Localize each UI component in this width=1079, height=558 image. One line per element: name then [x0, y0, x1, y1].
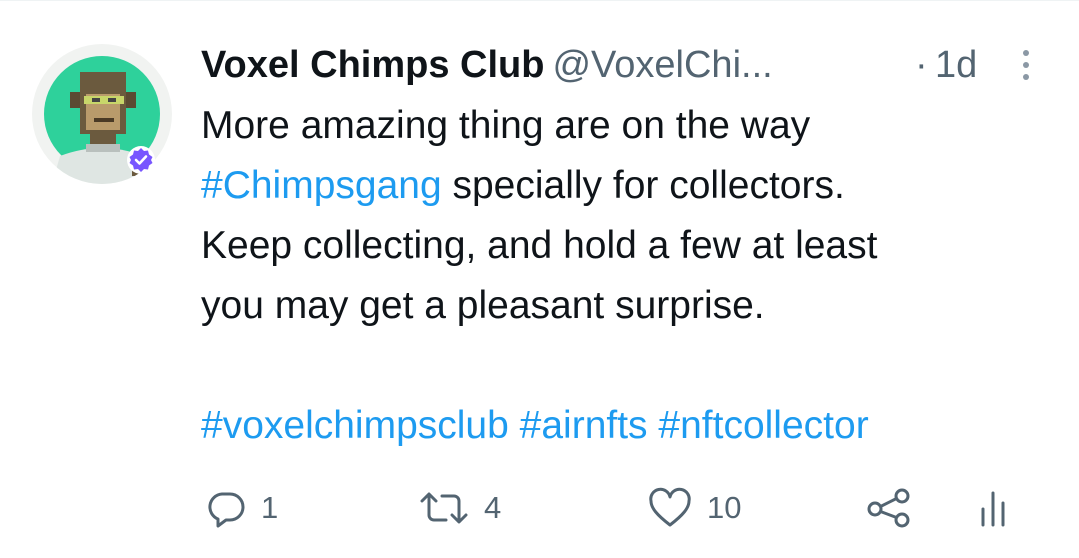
- retweet-count: 4: [484, 490, 502, 525]
- tweet-text: More amazing thing are on the way #Chimp…: [201, 96, 1061, 456]
- tweet-line-1: More amazing thing are on the way: [201, 104, 811, 147]
- tweet-actions: 1 4 10: [0, 478, 1079, 538]
- tweet-line-2-text: specially for collectors.: [441, 164, 845, 207]
- avatar[interactable]: [32, 44, 172, 184]
- hashtag-line: #voxelchimpsclub #airnfts #nftcollector: [201, 396, 1061, 456]
- reply-button[interactable]: 1: [205, 478, 278, 538]
- like-count: 10: [707, 490, 742, 525]
- verified-badge-icon: [127, 146, 155, 174]
- more-vertical-icon[interactable]: [1019, 48, 1033, 82]
- reply-count: 1: [261, 490, 279, 525]
- like-button[interactable]: 10: [647, 478, 741, 538]
- hashtag-link[interactable]: #voxelchimpsclub: [201, 404, 509, 447]
- share-button[interactable]: [866, 478, 912, 538]
- retweet-button[interactable]: 4: [418, 478, 501, 538]
- tweet-line-3: Keep collecting, and hold a few at least: [201, 224, 878, 267]
- heart-icon: [649, 487, 691, 527]
- tweet-line-4: you may get a pleasant surprise.: [201, 284, 765, 327]
- tweet-line-2: #Chimpsgang specially for collectors.: [201, 156, 1061, 216]
- hashtag-link[interactable]: #airnfts: [520, 404, 648, 447]
- retweet-icon: [420, 492, 468, 524]
- hashtag-link[interactable]: #Chimpsgang: [201, 164, 442, 207]
- reply-icon: [208, 492, 245, 528]
- separator-dot: ·: [915, 44, 928, 86]
- user-handle[interactable]: @VoxelChi...: [552, 44, 772, 86]
- analytics-button[interactable]: [978, 478, 1008, 538]
- tweet-timestamp[interactable]: 1d: [935, 40, 977, 90]
- display-name[interactable]: Voxel Chimps Club: [201, 44, 544, 86]
- top-divider: [0, 0, 1079, 1]
- share-icon: [867, 488, 910, 528]
- tweet-header: Voxel Chimps Club @VoxelChi... · 1d: [201, 40, 1061, 90]
- analytics-icon: [981, 491, 1005, 527]
- hashtag-link[interactable]: #nftcollector: [658, 404, 868, 447]
